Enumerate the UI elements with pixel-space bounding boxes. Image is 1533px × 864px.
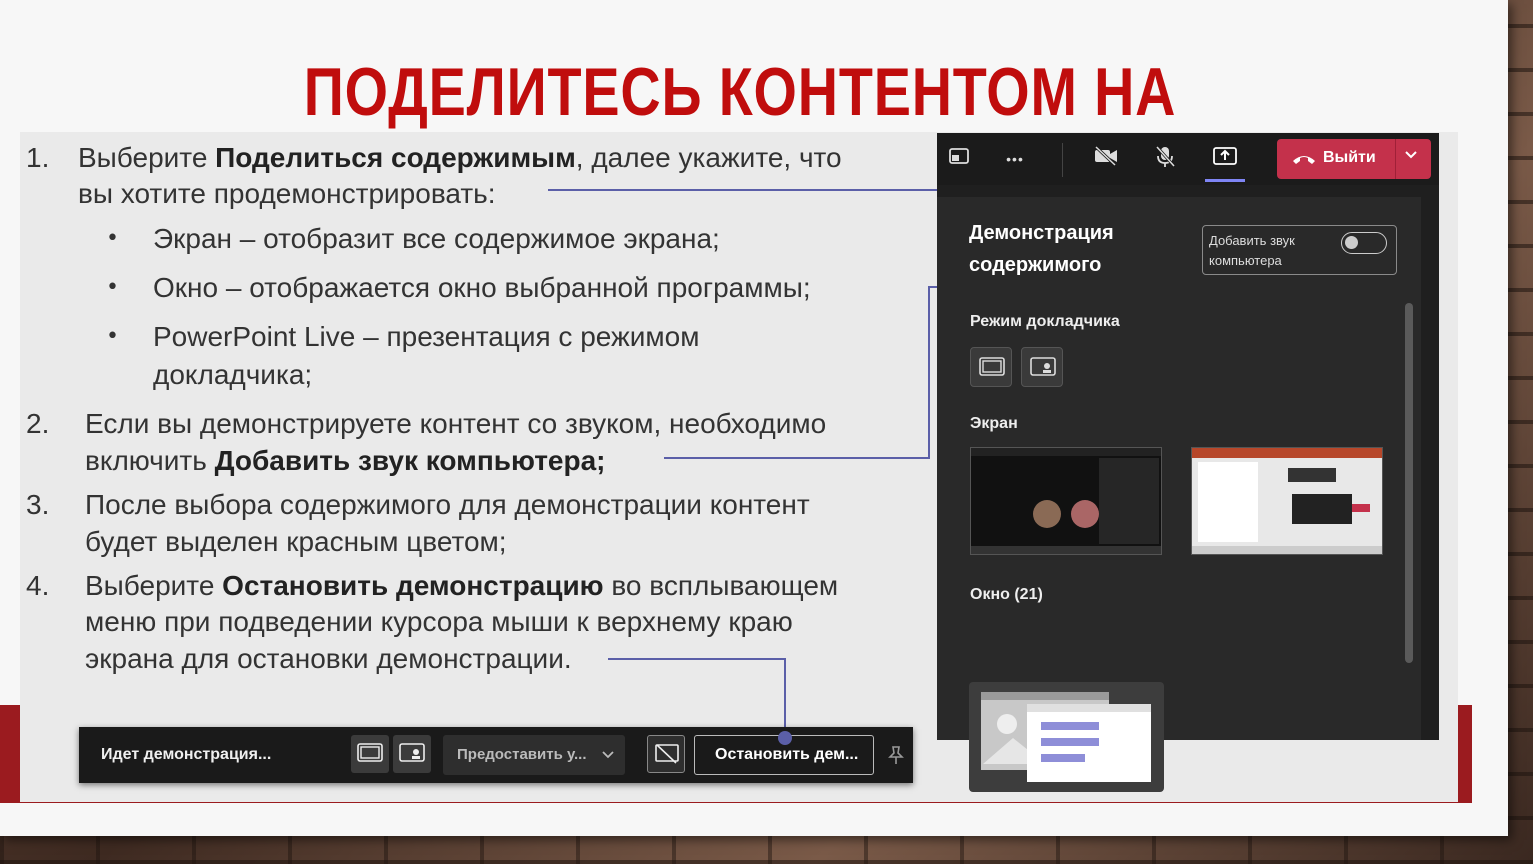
connector-audio [664,457,930,459]
connector-dot [778,731,792,745]
bullet-screen: Экран – отобразит все содержимое экрана; [153,223,720,254]
meeting-toolbar: ••• Выйти [937,133,1439,185]
step-1-number: 1. [26,142,50,173]
give-control-dropdown[interactable]: Предоставить у... [443,735,625,775]
share-content-bold: Поделиться содержимым [215,142,576,173]
add-audio-bold: Добавить звук компьютера; [214,445,606,476]
share-screen-icon[interactable] [1211,145,1239,173]
share-active-indicator [1205,179,1245,182]
screen-label: Экран [970,415,1018,432]
step-4-number: 4. [26,570,50,601]
panel-title: Демонстрация содержимого [969,222,1114,276]
connector-audio [928,286,930,459]
hang-up-icon [1293,156,1315,164]
step-3-number: 3. [26,489,50,520]
stop-share-icon [655,744,679,764]
presenter-mode-label: Режим докладчика [970,313,1120,330]
sharing-control-bar: Идет демонстрация... Предоставить у... О… [79,727,913,783]
connector-stop [784,658,786,738]
add-computer-audio-control[interactable]: Добавить звук компьютера [1202,225,1397,275]
leave-button[interactable]: Выйти [1277,139,1431,179]
camera-off-icon[interactable] [1092,145,1120,173]
panel-scrollbar[interactable] [1405,303,1413,663]
stop-demo-bold: Остановить демонстрацию [222,570,604,601]
add-computer-audio-label: Добавить звук компьютера [1209,233,1295,268]
step-1-line-2: вы хотите продемонстрировать: [78,178,496,209]
give-control-label: Предоставить у... [457,746,587,763]
step-2-number: 2. [26,408,50,439]
slide: ПОДЕЛИТЕСЬ КОНТЕНТОМ НА СОБРАНИИ: 1. Выб… [0,0,1508,836]
standout-icon [1030,357,1056,376]
toolbar-divider [1062,143,1063,177]
mic-off-icon[interactable] [1151,145,1179,173]
step-4-line-3: экрана для остановки демонстрации. [85,643,572,674]
step-4-line-2: меню при подведении курсора мыши к верхн… [85,606,793,637]
standout-mode-button[interactable] [393,735,431,773]
more-icon[interactable]: ••• [1001,145,1029,173]
chevron-down-icon [602,751,614,759]
step-2-line-2: включить Добавить звук компьютера; [85,445,606,476]
share-content-panel: Демонстрация содержимого Добавить звук к… [937,197,1421,792]
sharing-status: Идет демонстрация... [101,746,272,763]
add-computer-audio-toggle[interactable] [1341,232,1387,254]
content-only-mode-button[interactable] [351,735,389,773]
bullet-powerpoint-live-cont: докладчика; [153,359,313,390]
screen-thumbnail-1[interactable] [970,447,1162,555]
step-1-line-1: Выберите Поделиться содержимым, далее ук… [78,142,842,173]
connector-stop [608,658,786,660]
bullet-marker: • [106,324,119,349]
bullet-powerpoint-live: PowerPoint Live – презентация с режимом [153,321,700,352]
leave-split-divider [1395,139,1396,179]
bullet-window: Окно – отображается окно выбранной прогр… [153,272,811,303]
content-only-icon [357,743,383,762]
teams-share-panel-screenshot: ••• Выйти Демонстрация содержимого Добав… [937,133,1439,792]
chevron-down-icon[interactable] [1403,147,1419,168]
window-label: Окно (21) [970,586,1043,603]
stop-presenting-label: Остановить дем... [715,746,859,763]
step-3-line-2: будет выделен красным цветом; [85,526,507,557]
step-2-line-1: Если вы демонстрируете контент со звуком… [85,408,827,439]
step-3-line-1: После выбора содержимого для демонстраци… [85,489,810,520]
stop-presenting-icon-button[interactable] [647,735,685,773]
popout-icon[interactable] [945,145,973,173]
step-4-line-1: Выберите Остановить демонстрацию во вспл… [85,570,839,601]
bullet-marker: • [106,275,119,300]
standout-icon [399,743,425,762]
presenter-mode-content-only[interactable] [970,347,1012,387]
window-thumbnail[interactable] [969,682,1164,792]
content-only-icon [979,357,1005,376]
screen-thumbnail-2[interactable] [1191,447,1383,555]
presenter-mode-standout[interactable] [1021,347,1063,387]
pin-icon[interactable] [887,745,905,765]
bullet-marker: • [106,226,119,251]
leave-label: Выйти [1323,149,1376,166]
